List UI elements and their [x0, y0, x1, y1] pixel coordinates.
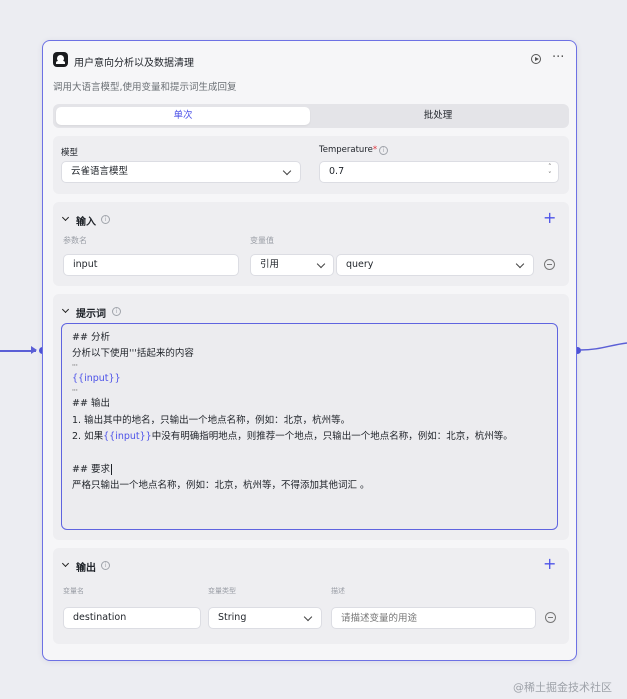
collapse-chevron-icon[interactable] — [61, 305, 70, 314]
input-section: 输入 i + 参数名 变量值 input 引用 query — [53, 202, 569, 286]
output-name-input[interactable]: destination — [63, 607, 201, 629]
stepper-up-icon[interactable]: ˄ — [548, 164, 552, 171]
input-col-name: 参数名 — [63, 236, 87, 245]
param-name-input[interactable]: input — [63, 254, 239, 276]
output-section: 输出 i + 变量名 变量类型 描述 destination String — [53, 548, 569, 644]
temperature-info-icon[interactable]: i — [379, 146, 388, 155]
output-col-type: 变量类型 — [208, 587, 236, 595]
model-value: 云雀语言模型 — [71, 166, 129, 177]
prompt-line: ## 分析 — [72, 332, 110, 343]
incoming-arrow-icon — [31, 346, 37, 354]
output-col-name: 变量名 — [63, 587, 84, 595]
add-output-button[interactable]: + — [543, 556, 556, 572]
collapse-chevron-icon[interactable] — [61, 213, 70, 222]
temperature-value: 0.7 — [329, 166, 345, 177]
tab-batch[interactable]: 批处理 — [311, 107, 565, 125]
chevron-down-icon — [303, 612, 313, 622]
bot-icon — [53, 52, 68, 67]
reference-select[interactable]: query — [336, 254, 534, 276]
prompt-section: 提示词 i ## 分析 分析以下使用'''括起来的内容 ''' {{input}… — [53, 294, 569, 540]
output-col-desc: 描述 — [331, 587, 345, 595]
output-info-icon[interactable]: i — [101, 561, 110, 570]
watermark: @稀土掘金技术社区 — [513, 681, 612, 694]
prompt-variable: {{input}} — [103, 431, 152, 443]
model-section: 模型 云雀语言模型 Temperature* i 0.7 ˄ ˅ — [53, 136, 569, 194]
temperature-label: Temperature* — [319, 145, 378, 155]
prompt-line: ## 输出 — [72, 398, 110, 410]
tab-single[interactable]: 单次 — [56, 107, 310, 125]
input-info-icon[interactable]: i — [101, 215, 110, 224]
collapse-chevron-icon[interactable] — [61, 559, 70, 568]
temperature-input[interactable]: 0.7 ˄ ˅ — [319, 161, 559, 183]
outgoing-edge — [580, 342, 627, 351]
node-description: 调用大语言模型,使用变量和提示词生成回复 — [53, 82, 237, 93]
chevron-down-icon — [282, 166, 292, 176]
prompt-line: ''' — [72, 387, 78, 396]
value-type-select[interactable]: 引用 — [250, 254, 334, 276]
output-type-select[interactable]: String — [208, 607, 322, 629]
remove-input-icon[interactable] — [544, 259, 555, 270]
chevron-down-icon — [515, 259, 525, 269]
prompt-line: 1. 输出其中的地名，只输出一个地点名称，例如：北京，杭州等。 — [72, 414, 351, 426]
stepper-down-icon[interactable]: ˅ — [548, 172, 552, 179]
input-title: 输入 — [76, 217, 96, 228]
text-caret — [110, 463, 112, 475]
prompt-line: 分析以下使用'''括起来的内容 — [72, 348, 194, 360]
model-label: 模型 — [61, 148, 79, 158]
chevron-down-icon — [316, 259, 326, 269]
prompt-line: ## 要求 — [72, 463, 112, 475]
model-select[interactable]: 云雀语言模型 — [61, 161, 301, 183]
output-title: 输出 — [76, 563, 96, 574]
llm-node-card[interactable]: 用户意向分析以及数据清理 ··· 调用大语言模型,使用变量和提示词生成回复 单次… — [42, 40, 577, 661]
play-circle-icon[interactable] — [531, 54, 541, 64]
add-input-button[interactable]: + — [543, 210, 556, 226]
prompt-line: 2. 如果{{input}}中没有明确指明地点，则推荐一个地点，只输出一个地点名… — [72, 431, 513, 443]
output-description-input[interactable] — [331, 607, 536, 629]
input-col-value: 变量值 — [250, 236, 274, 245]
prompt-editor[interactable]: ## 分析 分析以下使用'''括起来的内容 ''' {{input}} ''' … — [61, 323, 558, 530]
prompt-line: ''' — [72, 362, 78, 371]
prompt-title: 提示词 — [76, 309, 106, 320]
remove-output-icon[interactable] — [545, 612, 556, 623]
mode-tabs: 单次 批处理 — [53, 104, 569, 128]
prompt-info-icon[interactable]: i — [112, 307, 121, 316]
prompt-line: 严格只输出一个地点名称，例如：北京，杭州等，不得添加其他词汇 。 — [72, 480, 370, 492]
more-horizontal-icon[interactable]: ··· — [552, 50, 564, 65]
prompt-variable: {{input}} — [72, 373, 121, 385]
node-title: 用户意向分析以及数据清理 — [74, 58, 194, 69]
